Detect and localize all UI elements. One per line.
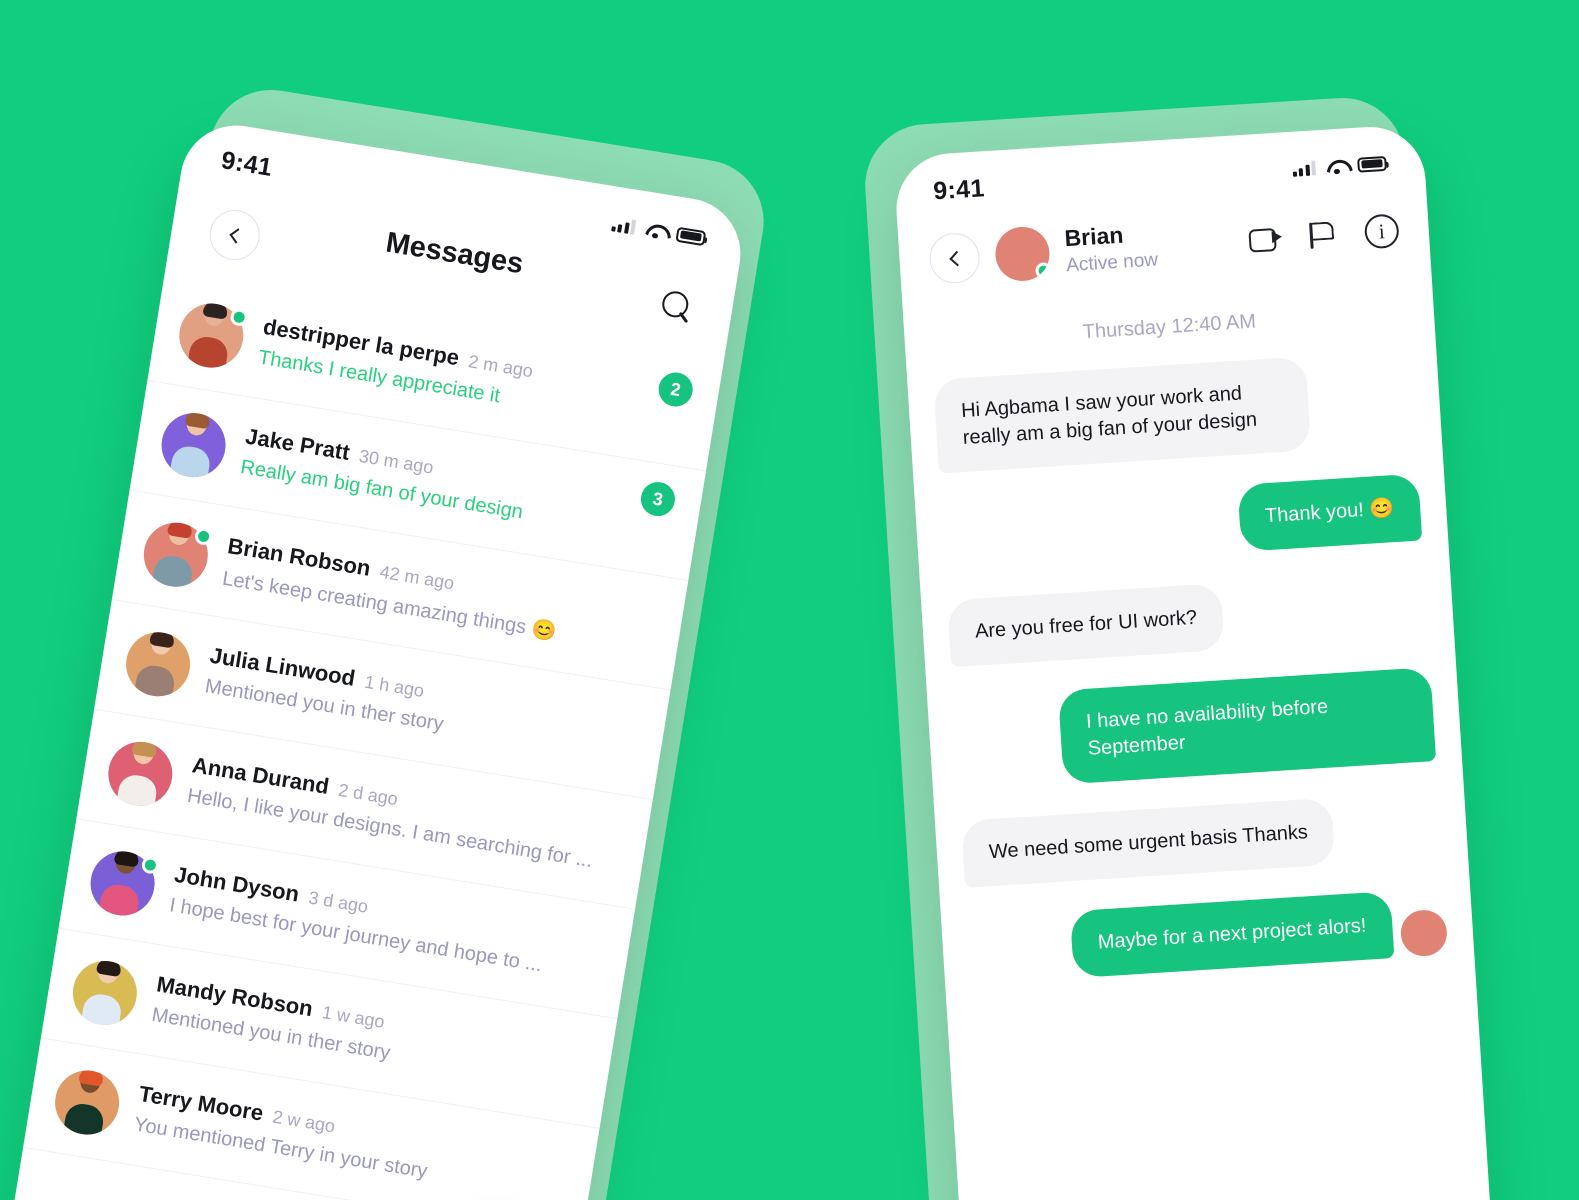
contact-status: Active now	[1065, 249, 1159, 277]
chat-messages: Hi Agbama I saw your work and really am …	[907, 348, 1474, 986]
chat-bubble[interactable]: Thank you! 😊	[1236, 473, 1423, 552]
battery-icon	[1357, 155, 1387, 173]
timestamp: 1 w ago	[320, 1002, 387, 1032]
avatar	[121, 627, 195, 701]
status-time: 9:41	[219, 145, 275, 182]
chat-bubble[interactable]: I have no availability before September	[1058, 667, 1437, 785]
phone-messages-screen: 9:41 Messages destripper la perpe 2 m ago…	[0, 117, 749, 1200]
timestamp: 3 d ago	[307, 887, 370, 917]
avatar	[103, 737, 178, 811]
chat-bubble-row: I have no availability before September	[953, 667, 1437, 791]
chat-bubble[interactable]: We need some urgent basis Thanks	[960, 797, 1336, 888]
avatar	[174, 298, 249, 373]
avatar	[85, 846, 161, 921]
chat-bubble[interactable]: Are you free for UI work?	[947, 583, 1226, 668]
chat-actions	[1248, 213, 1400, 256]
avatar	[68, 956, 142, 1030]
chat-bubble[interactable]: Maybe for a next project alors!	[1069, 891, 1395, 979]
phone-chat-screen: 9:41 Brian Active now Thursday 12:40 AM …	[893, 123, 1497, 1200]
online-indicator	[1035, 262, 1052, 280]
wifi-icon	[645, 221, 667, 239]
chat-bubble-row: Are you free for UI work?	[947, 570, 1428, 668]
signal-bars-icon	[610, 216, 637, 235]
timestamp: 2 w ago	[271, 1106, 337, 1137]
avatar	[156, 408, 231, 482]
status-icons	[610, 216, 707, 246]
timestamp: 30 m ago	[357, 445, 435, 478]
avatar	[1399, 908, 1449, 958]
search-icon[interactable]	[657, 287, 696, 326]
video-camera-icon[interactable]	[1248, 221, 1284, 257]
status-icons	[1292, 155, 1387, 177]
flag-icon[interactable]	[1306, 217, 1342, 253]
back-button[interactable]	[206, 206, 264, 264]
chat-bubble-row: Thank you! 😊	[941, 473, 1423, 571]
chat-contact[interactable]: Brian Active now	[1064, 219, 1159, 277]
wifi-icon	[1326, 158, 1347, 174]
status-time: 9:41	[932, 173, 986, 205]
avatar[interactable]	[993, 225, 1052, 283]
back-button[interactable]	[928, 231, 982, 285]
chat-bubble-row: Maybe for a next project alors!	[967, 888, 1449, 985]
chevron-left-icon	[948, 250, 965, 266]
timestamp: 1 h ago	[363, 671, 426, 701]
timestamp: 2 m ago	[467, 351, 535, 382]
timestamp: 42 m ago	[378, 561, 456, 594]
info-circle-icon[interactable]	[1363, 213, 1400, 250]
signal-bars-icon	[1292, 159, 1317, 177]
chevron-left-icon	[228, 227, 245, 244]
chat-bubble-row: We need some urgent basis Thanks	[960, 791, 1442, 888]
avatar	[50, 1065, 124, 1140]
avatar	[139, 517, 214, 592]
timestamp: 2 d ago	[336, 779, 400, 810]
contact-name: Brian	[1063, 221, 1125, 252]
battery-icon	[675, 226, 707, 246]
